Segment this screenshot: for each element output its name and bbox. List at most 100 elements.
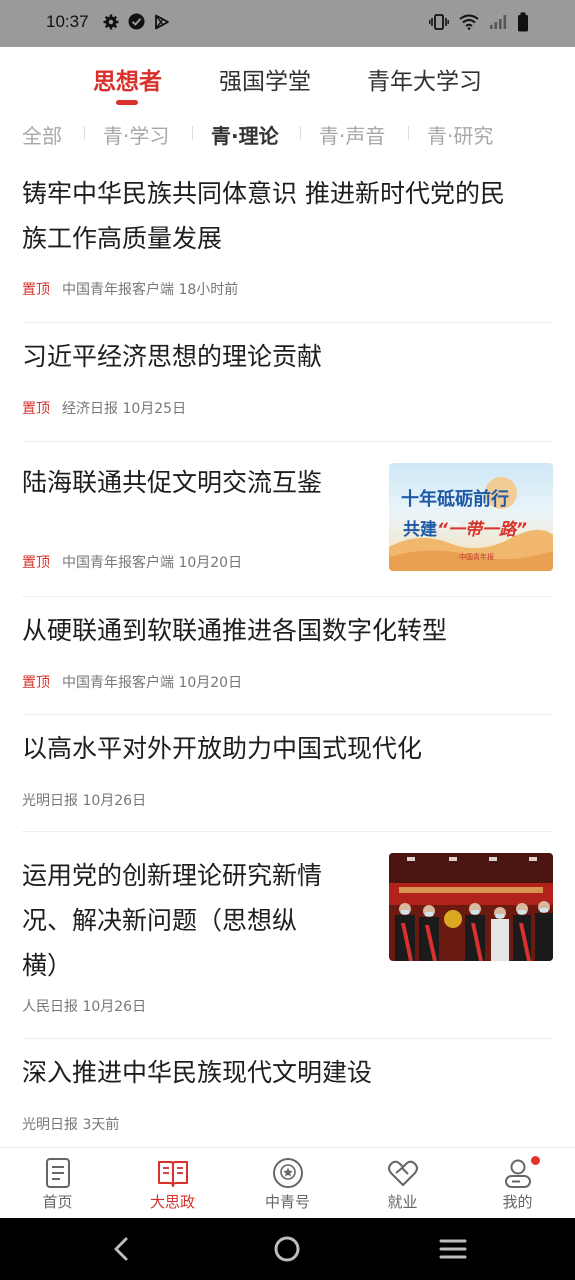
nav-zhongqing-account[interactable]: 中青号 [230,1148,345,1219]
subtab-divider [192,126,193,140]
article-title: 深入推进中华民族现代文明建设 [22,1050,553,1095]
article-source: 光明日报 [22,1117,78,1133]
nav-employment[interactable]: 就业 [345,1148,460,1219]
active-tab-indicator [116,100,138,105]
article-item[interactable]: 陆海联通共促文明交流互鉴 置顶 中国青年报客户端 10月20日 十年砥砺前行 共建… [22,460,553,580]
article-time: 3天前 [82,1117,120,1133]
article-title: 习近平经济思想的理论贡献 [22,334,553,379]
wifi-icon [459,14,479,34]
top-tab-bar: 思想者 强国学堂 青年大学习 [0,47,575,109]
article-meta: 人民日报 10月26日 [22,996,146,1016]
status-time: 10:37 [46,12,89,31]
subtab-research[interactable]: 青·研究 [427,120,493,149]
article-item[interactable]: 习近平经济思想的理论贡献 置顶 经济日报 10月25日 [22,334,553,430]
pinned-tag: 置顶 [22,675,50,691]
article-title: 以高水平对外开放助力中国式现代化 [22,726,553,771]
pinned-tag: 置顶 [22,401,50,417]
thumbnail-subheadline-prefix: 共建 [403,520,437,540]
article-title-line: 铸牢中华民族共同体意识 推进新时代党的民 [22,179,505,208]
tab-thinker[interactable]: 思想者 [93,62,162,96]
status-bar: 10:37 [0,0,575,47]
article-item[interactable]: 运用党的创新理论研究新情 况、解决新问题（思想纵 横） 人民日报 10月26日 [22,853,553,1023]
article-title-line: 况、解决新问题（思想纵 [22,906,298,935]
nav-mine[interactable]: 我的 [460,1148,575,1219]
heart-handshake-icon [388,1160,418,1186]
article-title-line: 从硬联通到软联通推进各国数字化转型 [22,616,448,645]
tab-xuexi-academy[interactable]: 强国学堂 [219,62,311,96]
article-title-line: 横） [22,951,73,980]
thumbnail-logo: 中国青年报 [459,553,494,561]
article-title: 陆海联通共促文明交流互鉴 [22,460,362,505]
article-item[interactable]: 以高水平对外开放助力中国式现代化 光明日报 10月26日 [22,726,553,822]
gear-icon [103,14,119,34]
article-time: 10月20日 [178,555,243,571]
article-time: 10月25日 [122,401,187,417]
article-source: 中国青年报客户端 [62,675,174,691]
user-icon [505,1159,531,1188]
nav-label: 首页 [42,1193,73,1211]
article-meta: 光明日报 3天前 [22,1114,119,1134]
article-title-line: 以高水平对外开放助力中国式现代化 [22,734,423,763]
article-meta: 置顶 中国青年报客户端 18小时前 [22,279,238,299]
signal-icon [489,14,507,34]
subtab-divider [300,126,301,140]
list-divider [22,596,553,597]
system-nav-bar [0,1218,575,1280]
list-divider [22,441,553,442]
pinned-tag: 置顶 [22,282,50,298]
article-title-line: 习近平经济思想的理论贡献 [22,342,323,371]
article-time: 18小时前 [178,282,239,298]
vibrate-icon [429,14,449,34]
article-source: 经济日报 [62,401,118,417]
subtab-voice[interactable]: 青·声音 [319,120,385,149]
article-thumbnail: 十年砥砺前行 共建“一带一路” 中国青年报 [389,463,553,571]
article-title-line: 陆海联通共促文明交流互鉴 [22,468,323,497]
article-time: 10月26日 [82,999,147,1015]
article-title-line: 族工作高质量发展 [22,224,223,253]
nav-label: 我的 [502,1193,533,1211]
star-badge-icon [273,1158,303,1188]
subtab-all[interactable]: 全部 [22,120,62,149]
thumbnail-subheadline-accent: “一带一路” [437,520,527,540]
menu-icon[interactable] [438,1234,468,1264]
article-meta: 光明日报 10月26日 [22,790,146,810]
thumbnail-headline: 十年砥砺前行 [401,489,509,510]
article-item[interactable]: 深入推进中华民族现代文明建设 光明日报 3天前 [22,1050,553,1146]
pinned-tag: 置顶 [22,555,50,571]
article-title-line: 深入推进中华民族现代文明建设 [22,1058,373,1087]
article-source: 中国青年报客户端 [62,282,174,298]
article-title: 从硬联通到软联通推进各国数字化转型 [22,608,553,653]
nav-label: 中青号 [264,1193,310,1211]
list-divider [22,714,553,715]
play-store-icon [154,14,170,34]
article-meta: 置顶 经济日报 10月25日 [22,398,186,418]
article-meta: 置顶 中国青年报客户端 10月20日 [22,552,242,572]
list-divider [22,1038,553,1039]
nav-label: 就业 [387,1193,418,1211]
subtab-divider [408,126,409,140]
list-divider [22,831,553,832]
back-icon[interactable] [107,1234,137,1264]
article-source: 光明日报 [22,793,78,809]
document-icon [46,1158,70,1188]
subtab-theory[interactable]: 青·理论 [211,120,279,149]
article-thumbnail-photo [389,853,553,961]
notification-dot [531,1156,540,1165]
home-icon[interactable] [272,1234,302,1264]
battery-icon [517,12,529,36]
article-item[interactable]: 铸牢中华民族共同体意识 推进新时代党的民 族工作高质量发展 置顶 中国青年报客户端… [22,171,553,311]
tab-youth-study[interactable]: 青年大学习 [367,62,482,96]
thumbnail-subheadline: 共建“一带一路” [403,515,527,540]
nav-home[interactable]: 首页 [0,1148,115,1219]
article-source: 人民日报 [22,999,78,1015]
article-meta: 置顶 中国青年报客户端 10月20日 [22,672,242,692]
bottom-nav-bar: 首页 大思政 中青号 就业 我的 [0,1147,575,1218]
article-title: 运用党的创新理论研究新情 况、解决新问题（思想纵 横） [22,853,362,988]
article-source: 中国青年报客户端 [62,555,174,571]
subtab-study[interactable]: 青·学习 [103,120,169,149]
article-title-line: 运用党的创新理论研究新情 [22,861,323,890]
nav-ideology[interactable]: 大思政 [115,1148,230,1219]
list-divider [22,322,553,323]
article-item[interactable]: 从硬联通到软联通推进各国数字化转型 置顶 中国青年报客户端 10月20日 [22,608,553,704]
article-title: 铸牢中华民族共同体意识 推进新时代党的民 族工作高质量发展 [22,171,553,261]
